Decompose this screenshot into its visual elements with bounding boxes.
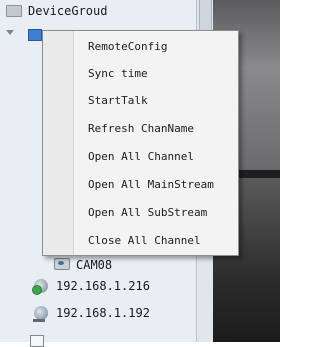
menu-item-close-all-channel[interactable]: Close All Channel <box>74 227 236 253</box>
device-ip: 192.168.1.216 <box>56 279 150 293</box>
selected-group-icon[interactable] <box>28 29 42 41</box>
tree-item-device[interactable]: 192.168.1.192 <box>33 302 194 324</box>
device-ip: 192.168.1.192 <box>56 306 150 320</box>
camera-label: CAM08 <box>76 258 113 272</box>
device-group-icon <box>6 5 22 17</box>
menu-item-refresh-chan-name[interactable]: Refresh ChanName <box>74 115 236 141</box>
device-offline-icon <box>33 306 50 322</box>
tree-root-label: DeviceGroud <box>28 4 108 18</box>
menu-item-remote-config[interactable]: RemoteConfig <box>74 33 236 59</box>
tree-item-camera[interactable]: CAM08 <box>54 254 194 276</box>
expand-arrow-icon[interactable] <box>6 30 14 35</box>
menu-item-sync-time[interactable]: Sync time <box>74 60 236 86</box>
camera-icon <box>54 258 70 272</box>
menu-item-open-all-channel[interactable]: Open All Channel <box>74 143 236 169</box>
menu-item-open-all-mainstream[interactable]: Open All MainStream <box>74 171 236 197</box>
context-menu: RemoteConfig Sync time StartTalk Refresh… <box>42 30 239 256</box>
device-online-icon <box>32 279 50 295</box>
menu-item-start-talk[interactable]: StartTalk <box>74 87 236 113</box>
checkbox-icon[interactable] <box>30 335 44 347</box>
tree-item-device[interactable]: 192.168.1.216 <box>32 275 194 297</box>
tree-root-item[interactable]: DeviceGroud <box>0 0 196 22</box>
menu-icon-gutter <box>43 31 74 255</box>
menu-item-open-all-substream[interactable]: Open All SubStream <box>74 199 236 225</box>
